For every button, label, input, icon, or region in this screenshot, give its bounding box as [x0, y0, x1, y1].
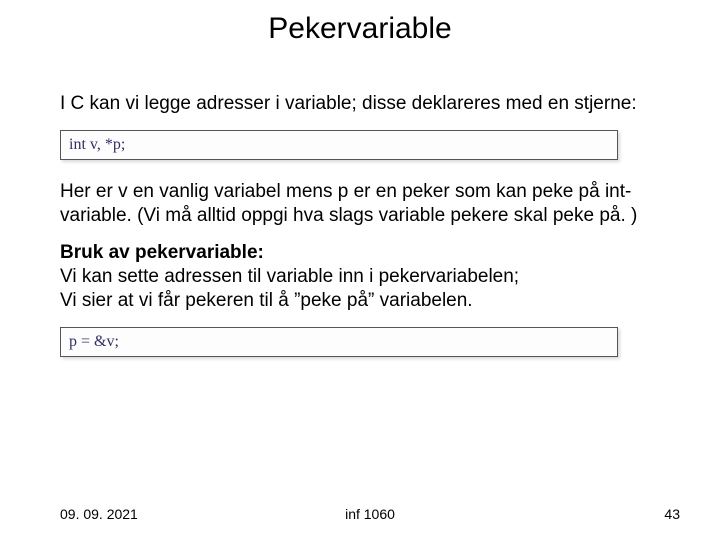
usage-heading: Bruk av pekervariable: — [60, 242, 264, 263]
footer-date: 09. 09. 2021 — [60, 506, 138, 522]
slide: Pekervariable I C kan vi legge adresser … — [0, 0, 720, 540]
slide-title: Pekervariable — [0, 12, 720, 46]
footer-page-number: 43 — [664, 506, 680, 522]
code-declaration-box: int v, *p; — [60, 130, 618, 160]
slide-footer: 09. 09. 2021 inf 1060 43 — [60, 506, 680, 522]
usage-line-2: Vi sier at vi får pekeren til å ”peke på… — [60, 290, 473, 311]
code-assignment-box: p = &v; — [60, 327, 618, 357]
footer-course: inf 1060 — [60, 506, 680, 522]
usage-paragraph: Bruk av pekervariable: Vi kan sette adre… — [60, 241, 660, 312]
usage-line-1: Vi kan sette adressen til variable inn i… — [60, 266, 519, 287]
intro-paragraph: I C kan vi legge adresser i variable; di… — [60, 92, 660, 116]
explanation-paragraph: Her er v en vanlig variabel mens p er en… — [60, 180, 660, 228]
slide-body: I C kan vi legge adresser i variable; di… — [60, 92, 660, 377]
